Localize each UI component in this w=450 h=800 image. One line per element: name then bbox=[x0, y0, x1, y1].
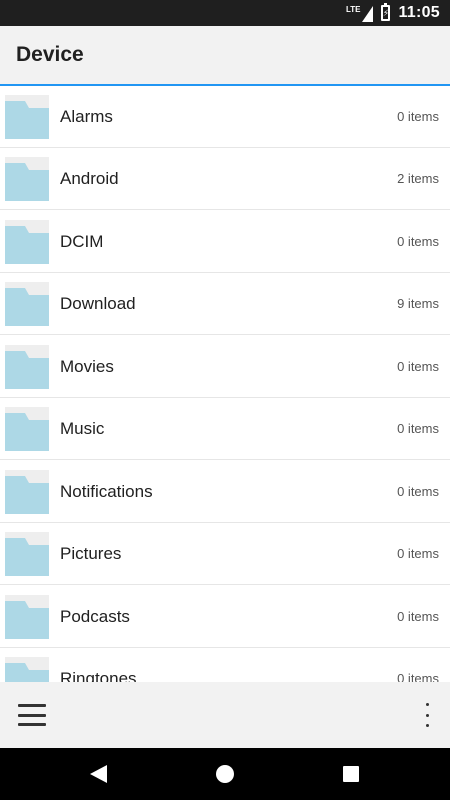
folder-name: Movies bbox=[60, 356, 114, 376]
signal-icon: LTE bbox=[346, 4, 374, 22]
folder-icon bbox=[5, 157, 49, 201]
item-count: 0 items bbox=[397, 609, 439, 624]
folder-row-pictures[interactable]: Pictures 0 items bbox=[0, 523, 450, 585]
folder-icon bbox=[5, 220, 49, 264]
folder-name: Pictures bbox=[60, 543, 122, 563]
folder-icon bbox=[5, 345, 49, 389]
network-label: LTE bbox=[345, 5, 361, 14]
item-count: 0 items bbox=[397, 484, 439, 499]
folder-name: Android bbox=[60, 168, 119, 188]
folder-row-movies[interactable]: Movies 0 items bbox=[0, 336, 450, 398]
page-title: Device bbox=[16, 43, 84, 66]
status-bar: LTE ⚡ 11:05 bbox=[0, 0, 450, 26]
item-count: 2 items bbox=[397, 171, 439, 186]
folder-icon bbox=[5, 657, 49, 682]
item-count: 9 items bbox=[397, 296, 439, 311]
item-count: 0 items bbox=[397, 234, 439, 249]
folder-row-ringtones[interactable]: Ringtones 0 items bbox=[0, 648, 450, 682]
folder-row-download[interactable]: Download 9 items bbox=[0, 273, 450, 335]
folder-icon bbox=[5, 470, 49, 514]
back-icon[interactable] bbox=[90, 765, 107, 783]
item-count: 0 items bbox=[397, 421, 439, 436]
folder-icon bbox=[5, 95, 49, 139]
folder-row-podcasts[interactable]: Podcasts 0 items bbox=[0, 586, 450, 648]
item-count: 0 items bbox=[397, 109, 439, 124]
folder-icon bbox=[5, 595, 49, 639]
system-navigation-bar bbox=[0, 748, 450, 800]
item-count: 0 items bbox=[397, 671, 439, 682]
item-count: 0 items bbox=[397, 359, 439, 374]
folder-name: Music bbox=[60, 418, 105, 438]
recent-apps-icon[interactable] bbox=[343, 766, 359, 782]
folder-icon bbox=[5, 282, 49, 326]
folder-icon bbox=[5, 407, 49, 451]
signal-strength-icon bbox=[362, 6, 374, 22]
battery-charging-icon: ⚡ bbox=[381, 3, 391, 21]
folder-name: Alarms bbox=[60, 106, 113, 126]
folder-name: Ringtones bbox=[60, 668, 137, 683]
folder-row-music[interactable]: Music 0 items bbox=[0, 398, 450, 460]
folder-name: DCIM bbox=[60, 231, 104, 251]
folder-name: Notifications bbox=[60, 481, 153, 501]
folder-icon bbox=[5, 532, 49, 576]
folder-row-alarms[interactable]: Alarms 0 items bbox=[0, 86, 450, 148]
folder-row-dcim[interactable]: DCIM 0 items bbox=[0, 211, 450, 273]
folder-name: Download bbox=[60, 293, 136, 313]
folder-row-android[interactable]: Android 2 items bbox=[0, 148, 450, 210]
bottom-toolbar bbox=[0, 682, 450, 748]
item-count: 0 items bbox=[397, 546, 439, 561]
file-list[interactable]: Alarms 0 items Android 2 items DCIM 0 it… bbox=[0, 86, 450, 682]
more-vert-icon[interactable] bbox=[422, 703, 432, 727]
app-bar: Device bbox=[0, 26, 450, 86]
home-icon[interactable] bbox=[216, 765, 234, 783]
folder-name: Podcasts bbox=[60, 606, 130, 626]
clock: 11:05 bbox=[398, 4, 440, 21]
folder-row-notifications[interactable]: Notifications 0 items bbox=[0, 461, 450, 523]
menu-icon[interactable] bbox=[18, 704, 46, 726]
